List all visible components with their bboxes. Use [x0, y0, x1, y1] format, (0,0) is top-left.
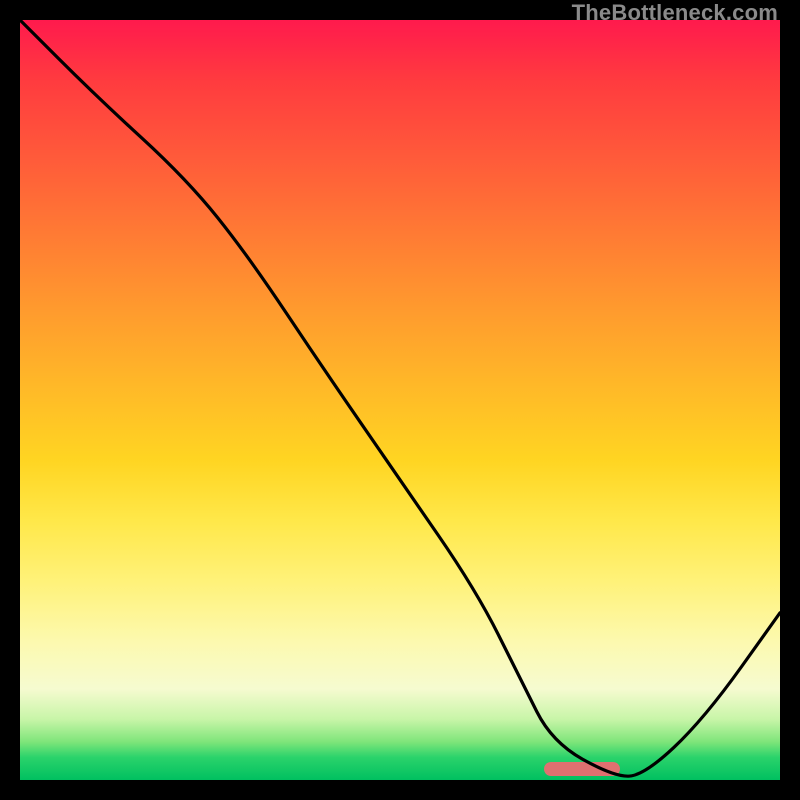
- chart-container: TheBottleneck.com: [0, 0, 800, 800]
- bottleneck-curve: [20, 20, 780, 776]
- chart-svg: [20, 20, 780, 780]
- plot-area: [20, 20, 780, 780]
- watermark-text: TheBottleneck.com: [572, 0, 778, 26]
